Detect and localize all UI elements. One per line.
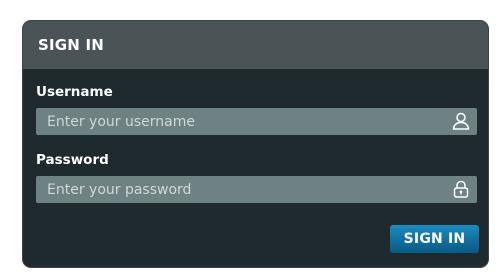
sign-in-button[interactable]: SIGN IN [390,225,479,253]
password-field[interactable] [36,176,477,203]
panel-title: SIGN IN [38,36,105,54]
panel-header: SIGN IN [23,21,488,69]
password-input[interactable] [36,176,436,203]
sign-in-panel: SIGN IN Username Password SIGN IN [22,20,489,268]
username-label: Username [36,84,113,100]
lock-icon [453,180,469,198]
user-icon [452,112,470,130]
username-input[interactable] [36,108,436,135]
password-label: Password [36,152,109,168]
page: SIGN IN Username Password SIGN IN [0,0,499,279]
username-field[interactable] [36,108,477,135]
